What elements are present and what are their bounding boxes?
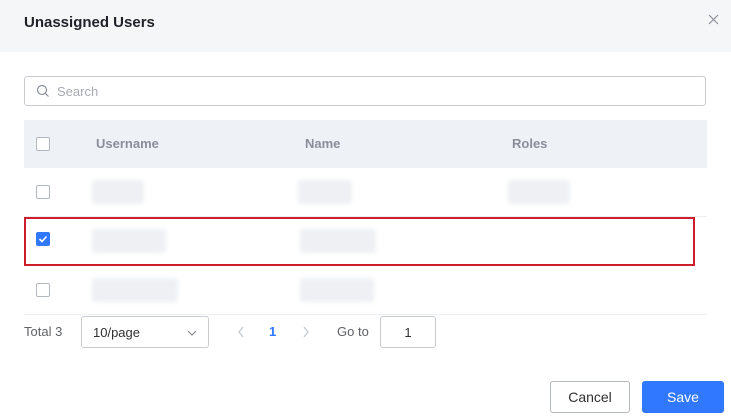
dialog-header: Unassigned Users (0, 0, 731, 52)
table-row[interactable] (24, 168, 707, 217)
redacted-name (298, 180, 352, 204)
redacted-username (92, 278, 178, 302)
cancel-button[interactable]: Cancel (550, 381, 630, 413)
redacted-roles (508, 180, 570, 204)
table-header: Username Name Roles (24, 120, 707, 168)
row-checkbox[interactable] (36, 185, 50, 199)
search-icon (36, 84, 50, 98)
table-row[interactable] (24, 266, 707, 315)
row-checkbox-checked[interactable] (36, 232, 50, 246)
table-row-selected[interactable] (24, 217, 695, 266)
next-page-icon[interactable] (301, 325, 311, 342)
column-header-name: Name (305, 136, 341, 151)
redacted-username (92, 229, 166, 253)
page-size-select[interactable]: 10/page (81, 316, 209, 348)
redacted-name (300, 278, 374, 302)
column-header-username: Username (96, 136, 159, 151)
close-icon[interactable] (705, 11, 723, 29)
select-all-checkbox[interactable] (36, 137, 50, 151)
chevron-down-icon (186, 327, 198, 342)
redacted-username (92, 180, 144, 204)
prev-page-icon[interactable] (236, 325, 246, 342)
pagination: Total 3 10/page 1 Go to (24, 316, 707, 348)
column-header-roles: Roles (512, 136, 548, 151)
row-checkbox[interactable] (36, 283, 50, 297)
goto-label: Go to (337, 324, 369, 339)
page-number-current[interactable]: 1 (269, 324, 276, 339)
goto-page-input[interactable] (380, 316, 436, 348)
search-box (24, 76, 706, 106)
unassigned-users-dialog: Unassigned Users Username Name Roles (0, 0, 731, 419)
checkmark-icon (38, 235, 48, 243)
search-input[interactable] (57, 80, 697, 102)
redacted-name (300, 229, 376, 253)
total-count: Total 3 (24, 324, 63, 339)
save-button[interactable]: Save (642, 381, 724, 413)
dialog-title: Unassigned Users (24, 14, 155, 31)
users-table: Username Name Roles (24, 120, 707, 315)
page-size-value: 10/page (93, 325, 140, 340)
